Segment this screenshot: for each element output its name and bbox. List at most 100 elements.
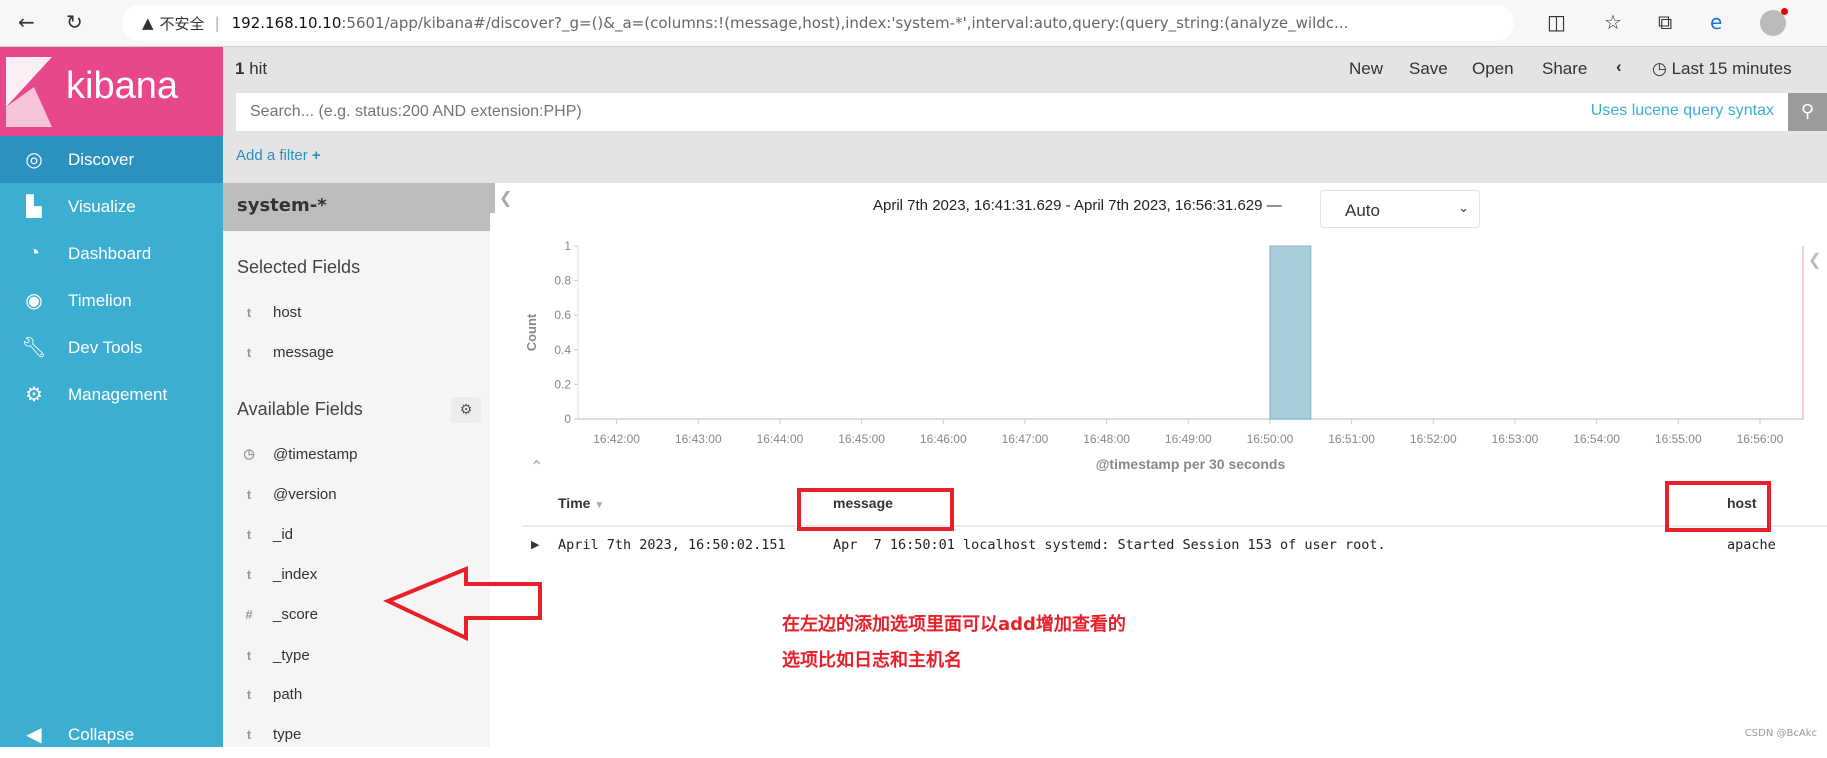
- string-type-icon: t: [246, 647, 252, 663]
- index-pattern-selector[interactable]: system-*: [223, 183, 490, 231]
- time-picker[interactable]: ◷ Last 15 minutes: [1652, 59, 1792, 79]
- top-nav: 1 hit New Save Open Share ‹ ◷ Last 15 mi…: [223, 47, 1827, 183]
- sidebar-item-label: Management: [68, 384, 168, 404]
- x-tick-label: 16:44:00: [757, 432, 804, 446]
- sidebar-item-visualize[interactable]: ▙ Visualize: [0, 183, 223, 230]
- red-arrow-annotation: [383, 566, 542, 642]
- string-type-icon: t: [246, 726, 252, 742]
- y-tick-label: 0.6: [554, 308, 571, 322]
- expand-row-icon[interactable]: ▶: [531, 538, 539, 551]
- edge-icon[interactable]: e: [1710, 10, 1722, 34]
- collapse-chart-icon[interactable]: ⌃: [530, 457, 543, 476]
- y-tick-label: 0.2: [554, 377, 571, 391]
- x-tick-label: 16:53:00: [1492, 432, 1539, 446]
- number-type-icon: #: [245, 606, 253, 622]
- x-tick-label: 16:42:00: [593, 432, 640, 446]
- field-name: _score: [273, 605, 319, 623]
- field-item[interactable]: t host: [223, 300, 490, 324]
- sidebar-item-dev-tools[interactable]: 🔧︎ Dev Tools: [0, 324, 223, 371]
- wrench-icon: 🔧︎: [21, 337, 47, 359]
- new-button[interactable]: New: [1349, 59, 1383, 79]
- string-type-icon: t: [246, 486, 252, 502]
- string-type-icon: t: [246, 526, 252, 542]
- divider: |: [214, 14, 220, 32]
- x-tick-label: 16:50:00: [1247, 432, 1294, 446]
- sidebar-item-label: Visualize: [68, 196, 136, 216]
- collections-icon[interactable]: ⧉: [1658, 10, 1672, 34]
- column-label: Time: [558, 495, 591, 511]
- field-item[interactable]: t _type: [223, 643, 490, 667]
- x-tick-label: 16:47:00: [1002, 432, 1049, 446]
- time-range-label: Last 15 minutes: [1671, 59, 1792, 78]
- field-item[interactable]: t _id: [223, 522, 490, 546]
- sort-icon[interactable]: ▼: [594, 500, 604, 511]
- field-name: @timestamp: [273, 445, 358, 463]
- back-icon[interactable]: ←: [18, 10, 35, 34]
- sidebar-item-label: Dev Tools: [68, 337, 143, 357]
- string-type-icon: t: [246, 566, 252, 582]
- x-tick-label: 16:51:00: [1328, 432, 1375, 446]
- clock-icon: ◷: [1652, 59, 1667, 78]
- field-item[interactable]: t @version: [223, 482, 490, 506]
- plus-icon: +: [311, 147, 321, 164]
- notification-dot: [1781, 8, 1788, 15]
- x-tick-label: 16:45:00: [838, 432, 885, 446]
- dashboard-icon: ◔: [27, 242, 41, 264]
- cell-message: Apr 7 16:50:01 localhost systemd: Starte…: [833, 537, 1386, 553]
- hit-label: hit: [249, 59, 268, 78]
- sidebar-item-management[interactable]: ⚙ Management: [0, 371, 223, 418]
- chevron-left-icon[interactable]: ‹: [1616, 57, 1622, 77]
- field-name: _type: [273, 646, 310, 664]
- save-button[interactable]: Save: [1409, 59, 1448, 79]
- watermark: CSDN @BcAkc: [1744, 728, 1817, 739]
- x-tick-label: 16:56:00: [1737, 432, 1784, 446]
- compass-icon: ◎: [25, 149, 43, 171]
- kibana-logo[interactable]: kibana: [0, 47, 223, 136]
- column-header-time[interactable]: Time ▼: [558, 495, 604, 511]
- field-item[interactable]: t type: [223, 722, 490, 746]
- field-name: _index: [273, 565, 318, 583]
- x-tick-label: 16:54:00: [1573, 432, 1620, 446]
- url-path: :5601/app/kibana#/discover?_g=()&_a=(col…: [341, 14, 1349, 32]
- collapse-label: Collapse: [68, 724, 135, 744]
- sidebar-resize-handle[interactable]: [490, 183, 495, 213]
- collapse-sidebar-icon[interactable]: ❮: [499, 188, 512, 207]
- split-screen-icon[interactable]: ◫: [1547, 10, 1566, 34]
- url-host: 192.168.10.10: [231, 14, 342, 32]
- reload-icon[interactable]: ↻: [66, 10, 83, 34]
- x-tick-label: 16:48:00: [1083, 432, 1130, 446]
- search-icon: ⚲: [1800, 101, 1815, 122]
- collapse-right-icon: ❮: [1808, 252, 1821, 269]
- field-item[interactable]: t message: [223, 340, 490, 364]
- collapse-icon: ◀: [26, 724, 42, 746]
- warning-icon: ▲: [142, 14, 154, 32]
- favorites-icon[interactable]: ☆: [1604, 10, 1622, 34]
- search-button[interactable]: ⚲: [1788, 93, 1827, 131]
- logo-text: kibana: [66, 65, 178, 107]
- sidebar-item-timelion[interactable]: ◉ Timelion: [0, 277, 223, 324]
- string-type-icon: t: [246, 344, 252, 360]
- field-item[interactable]: t path: [223, 682, 490, 706]
- address-bar[interactable]: ▲ 不安全 | 192.168.10.10:5601/app/kibana#/d…: [122, 5, 1514, 41]
- collapse-button[interactable]: ◀ Collapse: [0, 711, 223, 758]
- annotation-text: 选项比如日志和主机名: [782, 650, 962, 671]
- share-button[interactable]: Share: [1542, 59, 1587, 79]
- gear-icon: ⚙: [25, 384, 43, 406]
- interval-select[interactable]: Auto ⌄: [1320, 190, 1480, 228]
- sidebar-item-discover[interactable]: ◎ Discover: [0, 136, 223, 183]
- sidebar: kibana ◎ Discover ▙ Visualize ◔ Dashboard ◉…: [0, 47, 223, 747]
- field-settings-button[interactable]: ⚙: [451, 397, 481, 423]
- field-item[interactable]: ◷ @timestamp: [223, 442, 490, 466]
- x-tick-label: 16:55:00: [1655, 432, 1702, 446]
- cell-host: apache: [1727, 537, 1776, 553]
- field-sidebar: system-* Selected Fields t host t message …: [223, 183, 490, 747]
- y-axis-label: Count: [524, 313, 539, 351]
- field-name: message: [273, 343, 334, 361]
- sidebar-item-dashboard[interactable]: ◔ Dashboard: [0, 230, 223, 277]
- interval-value: Auto: [1345, 201, 1380, 220]
- search-input[interactable]: [236, 93, 1336, 131]
- field-name: type: [273, 725, 302, 743]
- add-filter-button[interactable]: Add a filter +: [236, 147, 321, 164]
- lucene-syntax-link[interactable]: Uses lucene query syntax: [1591, 102, 1774, 120]
- open-button[interactable]: Open: [1472, 59, 1514, 79]
